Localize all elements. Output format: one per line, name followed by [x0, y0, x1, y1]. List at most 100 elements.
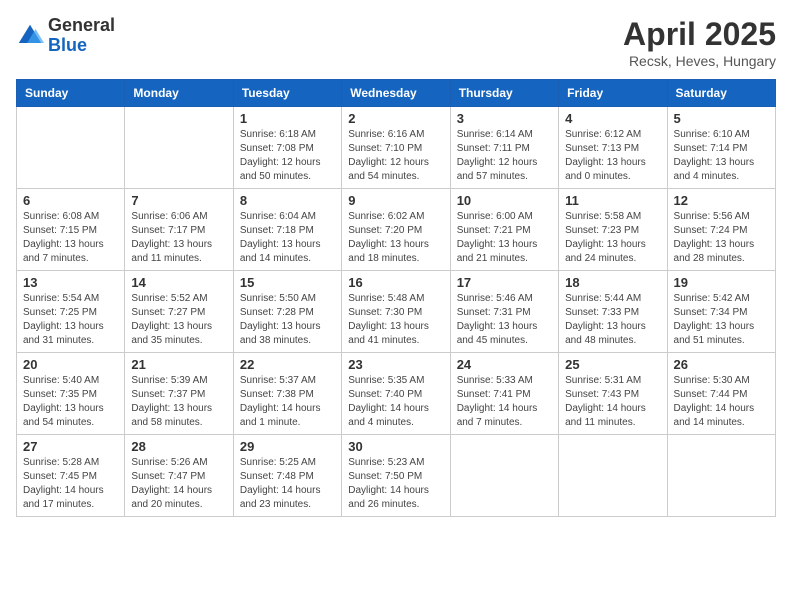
- calendar-cell: 22 Sunrise: 5:37 AM Sunset: 7:38 PM Dayli…: [233, 353, 341, 435]
- calendar-cell: [667, 435, 775, 517]
- logo-blue-text: Blue: [48, 35, 87, 55]
- calendar-cell: 13 Sunrise: 5:54 AM Sunset: 7:25 PM Dayli…: [17, 271, 125, 353]
- calendar-title: April 2025: [623, 16, 776, 53]
- calendar-cell: 11 Sunrise: 5:58 AM Sunset: 7:23 PM Dayli…: [559, 189, 667, 271]
- day-number: 30: [348, 439, 443, 454]
- day-info: Sunrise: 5:42 AM Sunset: 7:34 PM Dayligh…: [674, 292, 769, 348]
- logo: General Blue: [16, 16, 115, 56]
- calendar-cell: 26Sunrise: 5:30 AM Sunset: 7:44 PM Dayli…: [667, 353, 775, 435]
- calendar-cell: 30 Sunrise: 5:23 AM Sunset: 7:50 PM Dayli…: [342, 435, 450, 517]
- calendar-cell: 3 Sunrise: 6:14 AM Sunset: 7:11 PM Daylig…: [450, 107, 558, 189]
- calendar-cell: 2 Sunrise: 6:16 AM Sunset: 7:10 PM Daylig…: [342, 107, 450, 189]
- day-number: 4: [565, 111, 660, 126]
- calendar-cell: 4 Sunrise: 6:12 AM Sunset: 7:13 PM Daylig…: [559, 107, 667, 189]
- calendar-cell: 9 Sunrise: 6:02 AM Sunset: 7:20 PM Daylig…: [342, 189, 450, 271]
- day-info: Sunrise: 5:28 AM Sunset: 7:45 PM Dayligh…: [23, 456, 118, 512]
- calendar-cell: 28 Sunrise: 5:26 AM Sunset: 7:47 PM Dayli…: [125, 435, 233, 517]
- day-info: Sunrise: 6:02 AM Sunset: 7:20 PM Dayligh…: [348, 210, 443, 266]
- day-number: 10: [457, 193, 552, 208]
- day-info: Sunrise: 5:48 AM Sunset: 7:30 PM Dayligh…: [348, 292, 443, 348]
- day-number: 5: [674, 111, 769, 126]
- calendar-cell: 16 Sunrise: 5:48 AM Sunset: 7:30 PM Dayli…: [342, 271, 450, 353]
- day-info: Sunrise: 5:52 AM Sunset: 7:27 PM Dayligh…: [131, 292, 226, 348]
- calendar-cell: [559, 435, 667, 517]
- day-number: 17: [457, 275, 552, 290]
- day-number: 18: [565, 275, 660, 290]
- day-info: Sunrise: 5:26 AM Sunset: 7:47 PM Dayligh…: [131, 456, 226, 512]
- calendar-cell: 12 Sunrise: 5:56 AM Sunset: 7:24 PM Dayli…: [667, 189, 775, 271]
- calendar-cell: 6 Sunrise: 6:08 AM Sunset: 7:15 PM Daylig…: [17, 189, 125, 271]
- logo-general-text: General: [48, 15, 115, 35]
- calendar-cell: 21 Sunrise: 5:39 AM Sunset: 7:37 PM Dayli…: [125, 353, 233, 435]
- day-info: Sunrise: 5:37 AM Sunset: 7:38 PM Dayligh…: [240, 374, 335, 430]
- day-info: Sunrise: 6:14 AM Sunset: 7:11 PM Dayligh…: [457, 128, 552, 184]
- day-number: 27: [23, 439, 118, 454]
- day-number: 2: [348, 111, 443, 126]
- day-number: 8: [240, 193, 335, 208]
- calendar-cell: 14 Sunrise: 5:52 AM Sunset: 7:27 PM Dayli…: [125, 271, 233, 353]
- day-number: 1: [240, 111, 335, 126]
- col-monday: Monday: [125, 80, 233, 107]
- calendar-location: Recsk, Heves, Hungary: [623, 53, 776, 69]
- calendar-cell: [17, 107, 125, 189]
- day-info: Sunrise: 5:56 AM Sunset: 7:24 PM Dayligh…: [674, 210, 769, 266]
- calendar-cell: 24 Sunrise: 5:33 AM Sunset: 7:41 PM Dayli…: [450, 353, 558, 435]
- day-info: Sunrise: 5:54 AM Sunset: 7:25 PM Dayligh…: [23, 292, 118, 348]
- calendar-table: Sunday Monday Tuesday Wednesday Thursday…: [16, 79, 776, 517]
- day-number: 23: [348, 357, 443, 372]
- day-number: 22: [240, 357, 335, 372]
- day-info: Sunrise: 6:00 AM Sunset: 7:21 PM Dayligh…: [457, 210, 552, 266]
- col-sunday: Sunday: [17, 80, 125, 107]
- day-info: Sunrise: 5:44 AM Sunset: 7:33 PM Dayligh…: [565, 292, 660, 348]
- day-info: Sunrise: 6:06 AM Sunset: 7:17 PM Dayligh…: [131, 210, 226, 266]
- day-number: 16: [348, 275, 443, 290]
- logo-icon: [16, 22, 44, 50]
- col-saturday: Saturday: [667, 80, 775, 107]
- calendar-cell: 7Sunrise: 6:06 AM Sunset: 7:17 PM Daylig…: [125, 189, 233, 271]
- day-info: Sunrise: 5:30 AM Sunset: 7:44 PM Dayligh…: [674, 374, 769, 430]
- calendar-cell: [450, 435, 558, 517]
- calendar-cell: 17 Sunrise: 5:46 AM Sunset: 7:31 PM Dayli…: [450, 271, 558, 353]
- day-info: Sunrise: 5:46 AM Sunset: 7:31 PM Dayligh…: [457, 292, 552, 348]
- calendar-week-row: 1Sunrise: 6:18 AM Sunset: 7:08 PM Daylig…: [17, 107, 776, 189]
- day-info: Sunrise: 5:50 AM Sunset: 7:28 PM Dayligh…: [240, 292, 335, 348]
- col-tuesday: Tuesday: [233, 80, 341, 107]
- col-friday: Friday: [559, 80, 667, 107]
- day-number: 11: [565, 193, 660, 208]
- calendar-cell: 25Sunrise: 5:31 AM Sunset: 7:43 PM Dayli…: [559, 353, 667, 435]
- day-info: Sunrise: 5:23 AM Sunset: 7:50 PM Dayligh…: [348, 456, 443, 512]
- day-number: 13: [23, 275, 118, 290]
- day-info: Sunrise: 5:40 AM Sunset: 7:35 PM Dayligh…: [23, 374, 118, 430]
- day-number: 29: [240, 439, 335, 454]
- col-thursday: Thursday: [450, 80, 558, 107]
- day-info: Sunrise: 6:10 AM Sunset: 7:14 PM Dayligh…: [674, 128, 769, 184]
- day-number: 21: [131, 357, 226, 372]
- day-number: 15: [240, 275, 335, 290]
- day-info: Sunrise: 5:35 AM Sunset: 7:40 PM Dayligh…: [348, 374, 443, 430]
- calendar-cell: 8Sunrise: 6:04 AM Sunset: 7:18 PM Daylig…: [233, 189, 341, 271]
- page-header: General Blue April 2025 Recsk, Heves, Hu…: [16, 16, 776, 69]
- day-info: Sunrise: 6:16 AM Sunset: 7:10 PM Dayligh…: [348, 128, 443, 184]
- day-info: Sunrise: 6:12 AM Sunset: 7:13 PM Dayligh…: [565, 128, 660, 184]
- day-number: 24: [457, 357, 552, 372]
- day-info: Sunrise: 5:58 AM Sunset: 7:23 PM Dayligh…: [565, 210, 660, 266]
- day-info: Sunrise: 5:25 AM Sunset: 7:48 PM Dayligh…: [240, 456, 335, 512]
- day-number: 14: [131, 275, 226, 290]
- day-info: Sunrise: 5:33 AM Sunset: 7:41 PM Dayligh…: [457, 374, 552, 430]
- day-number: 6: [23, 193, 118, 208]
- day-info: Sunrise: 5:31 AM Sunset: 7:43 PM Dayligh…: [565, 374, 660, 430]
- calendar-cell: 10 Sunrise: 6:00 AM Sunset: 7:21 PM Dayli…: [450, 189, 558, 271]
- calendar-week-row: 6 Sunrise: 6:08 AM Sunset: 7:15 PM Daylig…: [17, 189, 776, 271]
- calendar-week-row: 13 Sunrise: 5:54 AM Sunset: 7:25 PM Dayli…: [17, 271, 776, 353]
- day-number: 9: [348, 193, 443, 208]
- day-info: Sunrise: 6:08 AM Sunset: 7:15 PM Dayligh…: [23, 210, 118, 266]
- day-number: 12: [674, 193, 769, 208]
- day-number: 19: [674, 275, 769, 290]
- calendar-week-row: 20Sunrise: 5:40 AM Sunset: 7:35 PM Dayli…: [17, 353, 776, 435]
- day-info: Sunrise: 5:39 AM Sunset: 7:37 PM Dayligh…: [131, 374, 226, 430]
- calendar-cell: 23 Sunrise: 5:35 AM Sunset: 7:40 PM Dayli…: [342, 353, 450, 435]
- day-number: 3: [457, 111, 552, 126]
- day-number: 28: [131, 439, 226, 454]
- calendar-cell: 20Sunrise: 5:40 AM Sunset: 7:35 PM Dayli…: [17, 353, 125, 435]
- calendar-cell: 5 Sunrise: 6:10 AM Sunset: 7:14 PM Daylig…: [667, 107, 775, 189]
